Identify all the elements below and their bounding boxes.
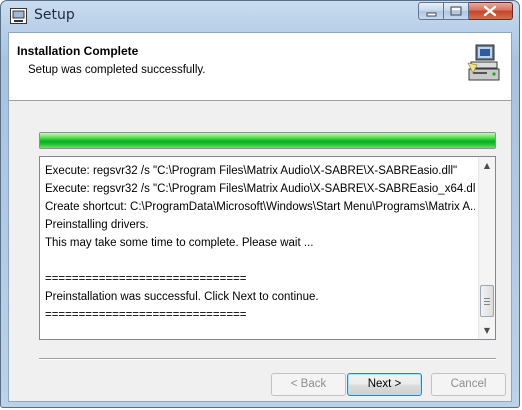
maximize-icon (450, 6, 462, 16)
setup-window: Setup Installation Complete Setup was co… (0, 0, 520, 408)
log-line: Execute: regsvr32 /s "C:\Program Files\M… (45, 165, 458, 177)
progress-bar (39, 132, 496, 149)
scroll-thumb[interactable] (480, 285, 494, 317)
grip-line (484, 298, 490, 299)
close-button[interactable] (469, 2, 513, 20)
wizard-page: Installation Complete Setup was complete… (8, 32, 512, 402)
log-line: ============================== (45, 309, 247, 321)
minimize-icon (426, 12, 437, 17)
progress-fill (40, 133, 495, 148)
next-button[interactable]: Next > (347, 373, 422, 396)
page-title: Installation Complete (17, 44, 139, 58)
log-line: Create shortcut: C:\ProgramData\Microsof… (45, 201, 475, 213)
grip-line (484, 304, 490, 305)
caption-buttons (418, 2, 513, 21)
log-scrollbar[interactable]: ▲ ▼ (478, 157, 495, 339)
page-subtitle: Setup was completed successfully. (28, 64, 206, 76)
maximize-button[interactable] (444, 2, 469, 20)
log-lines: Execute: regsvr32 /s "C:\Program Files\M… (45, 162, 475, 339)
scroll-down-arrow-icon[interactable]: ▼ (479, 322, 495, 339)
title-bar[interactable]: Setup (1, 1, 519, 32)
cancel-button[interactable]: Cancel (431, 373, 506, 396)
window-title: Setup (34, 7, 75, 23)
log-line: ============================== (45, 273, 247, 285)
wizard-header: Installation Complete Setup was complete… (9, 33, 511, 101)
scroll-up-arrow-icon[interactable]: ▲ (479, 157, 495, 174)
button-divider (39, 358, 496, 360)
computer-install-icon (467, 44, 500, 81)
setup-app-icon (10, 8, 27, 24)
grip-line (484, 301, 490, 302)
details-log[interactable]: Execute: regsvr32 /s "C:\Program Files\M… (39, 156, 496, 340)
log-line: Preinstallation was successful. Click Ne… (45, 291, 319, 303)
log-line: Execute: regsvr32 /s "C:\Program Files\M… (45, 183, 475, 195)
log-line: This may take some time to complete. Ple… (45, 237, 314, 249)
back-button[interactable]: < Back (271, 373, 346, 396)
close-icon (483, 5, 497, 17)
minimize-button[interactable] (418, 2, 444, 20)
log-line: Preinstalling drivers. (45, 219, 149, 231)
